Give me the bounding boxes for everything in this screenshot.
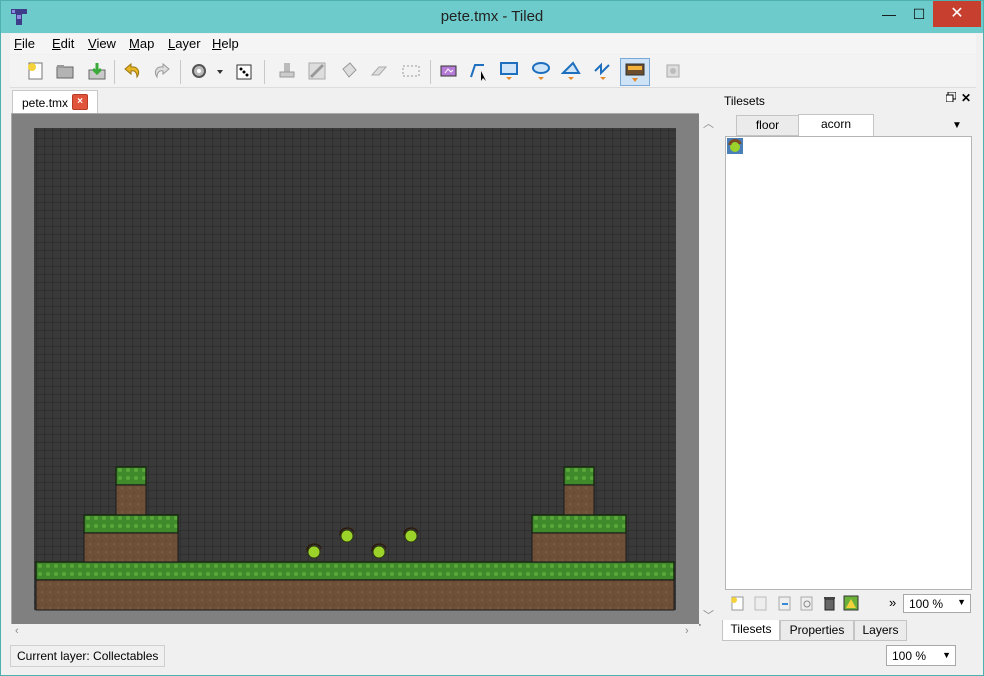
command-gear-icon[interactable] [188, 58, 228, 84]
acorn-collectible [403, 527, 419, 543]
undo-icon[interactable] [120, 58, 146, 84]
acorn-collectible [371, 543, 387, 559]
tab-floor[interactable]: floor [736, 115, 799, 136]
edit-polygons-icon[interactable] [466, 58, 492, 84]
tile-map [34, 128, 676, 611]
main-toolbar [10, 55, 976, 88]
insert-ellipse-icon[interactable] [528, 58, 554, 84]
tab-acorn[interactable]: acorn [798, 114, 874, 136]
menu-layer[interactable]: Layer [168, 36, 201, 51]
menu-view[interactable]: View [88, 36, 116, 51]
insert-polygon-icon[interactable] [558, 58, 584, 84]
select-objects-icon[interactable] [436, 58, 462, 84]
stamp-brush-icon[interactable] [274, 58, 300, 84]
acorn-collectible [339, 527, 355, 543]
tileset-zoom-value: 100 % [909, 597, 944, 611]
menu-bar: File Edit View Map Layer Help [10, 34, 976, 54]
insert-polyline-icon[interactable] [590, 58, 616, 84]
new-map-icon[interactable] [22, 58, 48, 84]
menu-help[interactable]: Help [212, 36, 239, 51]
scroll-up-icon[interactable]: ︿ [703, 115, 714, 131]
tileset-toolbar: » 100 % ▼ [725, 593, 971, 615]
export-tileset-icon[interactable] [776, 595, 792, 611]
delete-tileset-icon[interactable] [821, 595, 837, 611]
redo-icon[interactable] [148, 58, 174, 84]
tileset-properties-icon[interactable] [798, 595, 814, 611]
tabs-menu-chevron-down-icon[interactable]: ▼ [952, 120, 962, 131]
menu-file[interactable]: File [14, 36, 35, 51]
menu-edit[interactable]: Edit [52, 36, 74, 51]
current-layer-status: Current layer: Collectables [10, 645, 166, 667]
insert-rectangle-icon[interactable] [496, 58, 522, 84]
save-file-icon[interactable] [84, 58, 110, 84]
tab-label: pete.tmx [22, 96, 69, 110]
chevron-down-icon: ▼ [957, 597, 966, 607]
float-panel-icon[interactable] [945, 91, 957, 105]
insert-tile-icon[interactable] [620, 58, 650, 86]
close-window-button[interactable]: ✕ [933, 1, 981, 27]
new-tileset-icon[interactable] [729, 595, 745, 611]
tab-layers[interactable]: Layers [854, 620, 907, 641]
tileset-view[interactable] [725, 136, 972, 590]
import-tileset-icon[interactable] [752, 595, 768, 611]
window-title: pete.tmx - Tiled [440, 8, 544, 25]
magic-wand-icon[interactable] [660, 58, 686, 84]
scroll-down-icon[interactable]: ﹀ [703, 607, 714, 623]
random-dice-icon[interactable] [232, 58, 258, 84]
scroll-right-icon[interactable]: › [685, 625, 689, 637]
terrain-brush-icon[interactable] [304, 58, 330, 84]
tab-tilesets[interactable]: Tilesets [722, 620, 780, 641]
panel-title: Tilesets [724, 94, 765, 108]
map-zoom-value: 100 % [892, 649, 927, 663]
close-panel-icon[interactable]: ✕ [961, 91, 971, 105]
acorn-tile[interactable] [727, 138, 743, 157]
application-window: pete.tmx - Tiled — ☐ ✕ File Edit View Ma… [0, 0, 984, 676]
chevron-down-icon: ▼ [942, 650, 951, 660]
open-file-icon[interactable] [52, 58, 78, 84]
menu-map[interactable]: Map [129, 36, 154, 51]
horizontal-scrollbar[interactable]: ‹ › [11, 624, 699, 640]
ground-platform [35, 561, 675, 611]
acorn-collectible [306, 543, 322, 559]
vertical-scrollbar[interactable]: ︿ ﹀ [699, 113, 715, 624]
scroll-left-icon[interactable]: ‹ [15, 625, 19, 637]
tab-pete-tmx[interactable]: pete.tmx × [12, 90, 98, 113]
tab-close-icon[interactable]: × [72, 94, 88, 110]
eraser-icon[interactable] [366, 58, 392, 84]
title-bar: pete.tmx - Tiled — ☐ ✕ [1, 1, 983, 33]
edit-terrain-icon[interactable] [843, 595, 859, 611]
tilesets-panel: Tilesets ✕ floor acorn ▼ » 100 % ▼ Tiles… [720, 90, 977, 645]
document-tab-bar: pete.tmx × [10, 88, 717, 113]
tab-properties[interactable]: Properties [780, 620, 854, 641]
status-bar: Current layer: Collectables 100 % ▼ [10, 644, 976, 668]
bucket-fill-icon[interactable] [336, 58, 362, 84]
tileset-zoom-select[interactable]: 100 % ▼ [903, 594, 971, 613]
map-canvas[interactable] [11, 113, 701, 626]
rect-select-icon[interactable] [398, 58, 424, 84]
map-zoom-select[interactable]: 100 % ▼ [886, 645, 956, 666]
